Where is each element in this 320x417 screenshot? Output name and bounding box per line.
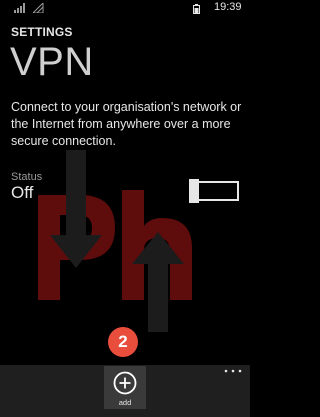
add-button[interactable]: add: [104, 366, 146, 409]
vpn-description: Connect to your organisation's network o…: [11, 100, 242, 148]
plus-circle-icon: [113, 371, 137, 395]
add-button-label: add: [118, 398, 132, 407]
step-number-badge: 2: [108, 327, 138, 357]
status-label: Status: [11, 171, 43, 183]
page-title: VPN: [10, 40, 94, 84]
more-dots-icon[interactable]: [222, 365, 244, 377]
status-value: Off: [11, 183, 34, 202]
toggle-thumb[interactable]: [189, 179, 199, 203]
vpn-toggle-switch[interactable]: [189, 179, 239, 203]
section-label: SETTINGS: [11, 25, 73, 39]
